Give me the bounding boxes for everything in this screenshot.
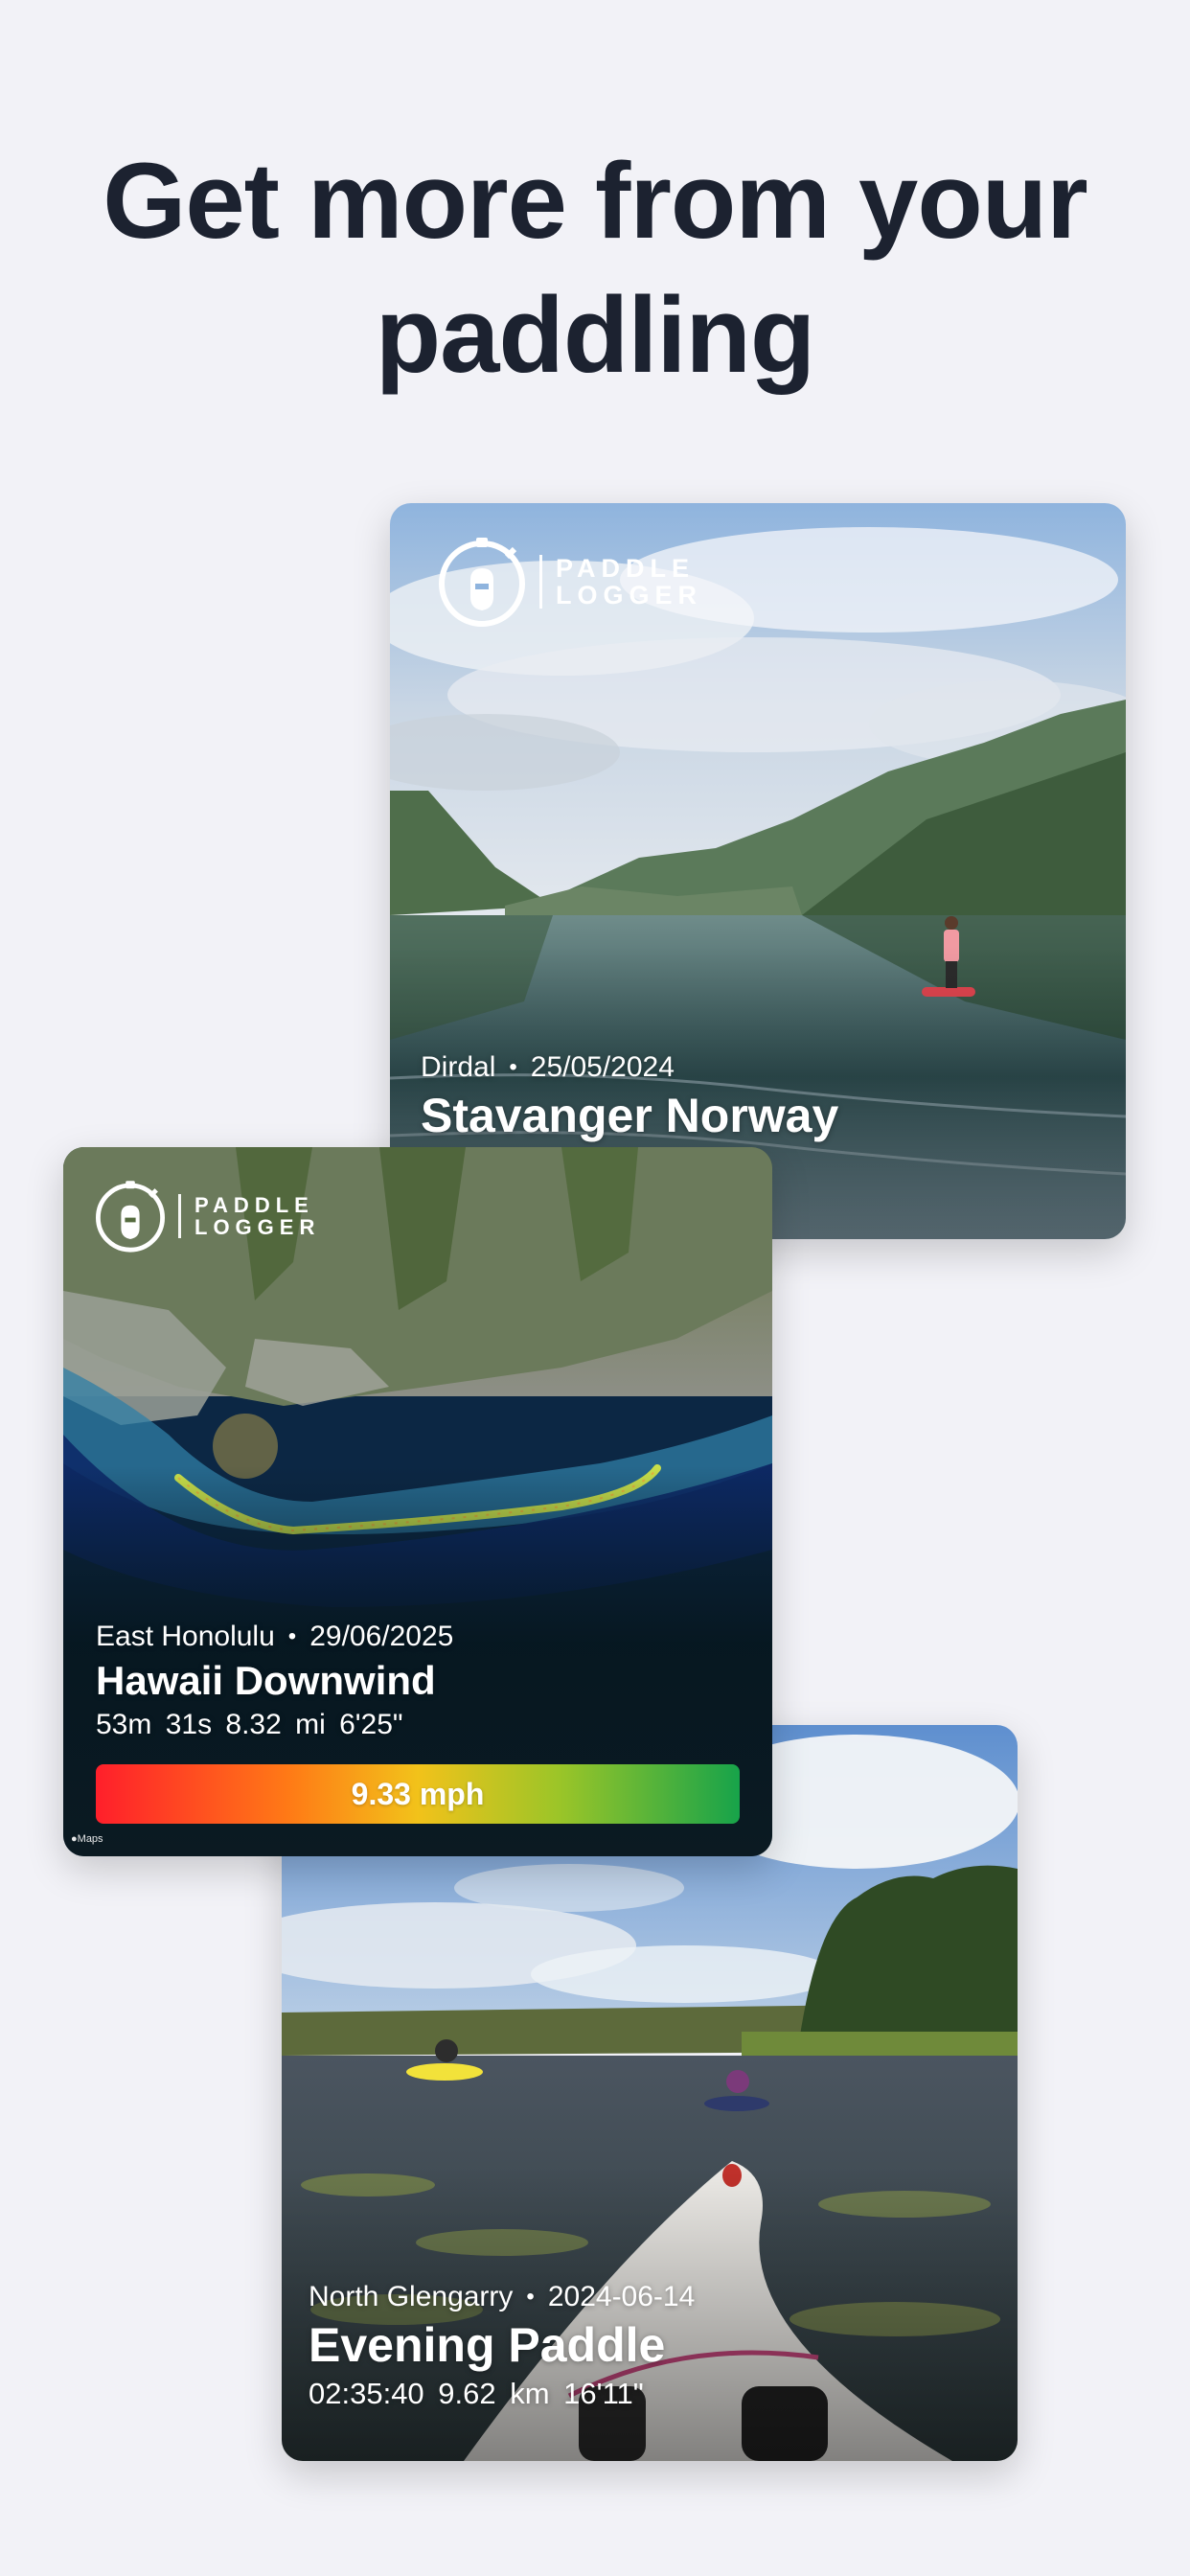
card-location: North Glengarry [309,2281,514,2312]
separator-dot: • [287,1623,297,1649]
card-date: 29/06/2025 [309,1621,454,1652]
maps-credit: ●Maps [71,1833,103,1845]
headline-line-2: paddling [375,275,816,395]
card-location: Dirdal [421,1051,496,1083]
maps-credit-label: Maps [77,1833,103,1845]
headline-line-1: Get more from your [103,141,1088,261]
activity-card-norway[interactable]: PADDLE LOGGER Dirdal • 25/05/2024 Stavan… [390,503,1126,1239]
activity-card-hawaii[interactable]: PADDLE LOGGER East Honolulu • 29/06/2025… [63,1147,772,1856]
card-meta-hawaii: East Honolulu • 29/06/2025 Hawaii Downwi… [96,1621,453,1741]
apple-logo-icon: ● [71,1833,78,1845]
card-meta-evening: North Glengarry • 2024-06-14 Evening Pad… [309,2281,695,2411]
brand-logo: PADDLE LOGGER [92,1178,320,1254]
brand-logo: PADDLE LOGGER [434,534,702,630]
speed-gradient-bar: 9.33 mph [96,1764,740,1824]
card-stats: 53m 31s 8.32 mi 6'25" [96,1709,403,1740]
paddle-compass-logo-icon [96,1181,165,1253]
card-date: 2024-06-14 [547,2281,696,2312]
card-title: Evening Paddle [309,2318,666,2372]
separator-dot: • [526,2284,535,2310]
brand-line-2: LOGGER [556,581,703,610]
brand-line-1: PADDLE [195,1192,314,1217]
card-location: East Honolulu [96,1621,275,1652]
brand-line-1: PADDLE [556,553,696,583]
page-headline: Get more from your paddling [0,134,1190,402]
brand-line-2: LOGGER [195,1215,321,1239]
paddle-compass-logo-icon [439,538,525,627]
card-title: Hawaii Downwind [96,1658,436,1703]
card-stats: 02:35:40 9.62 km 16'11" [309,2377,644,2410]
separator-dot: • [509,1054,517,1080]
card-title: Stavanger Norway [421,1089,839,1142]
card-date: 25/05/2024 [530,1051,675,1083]
